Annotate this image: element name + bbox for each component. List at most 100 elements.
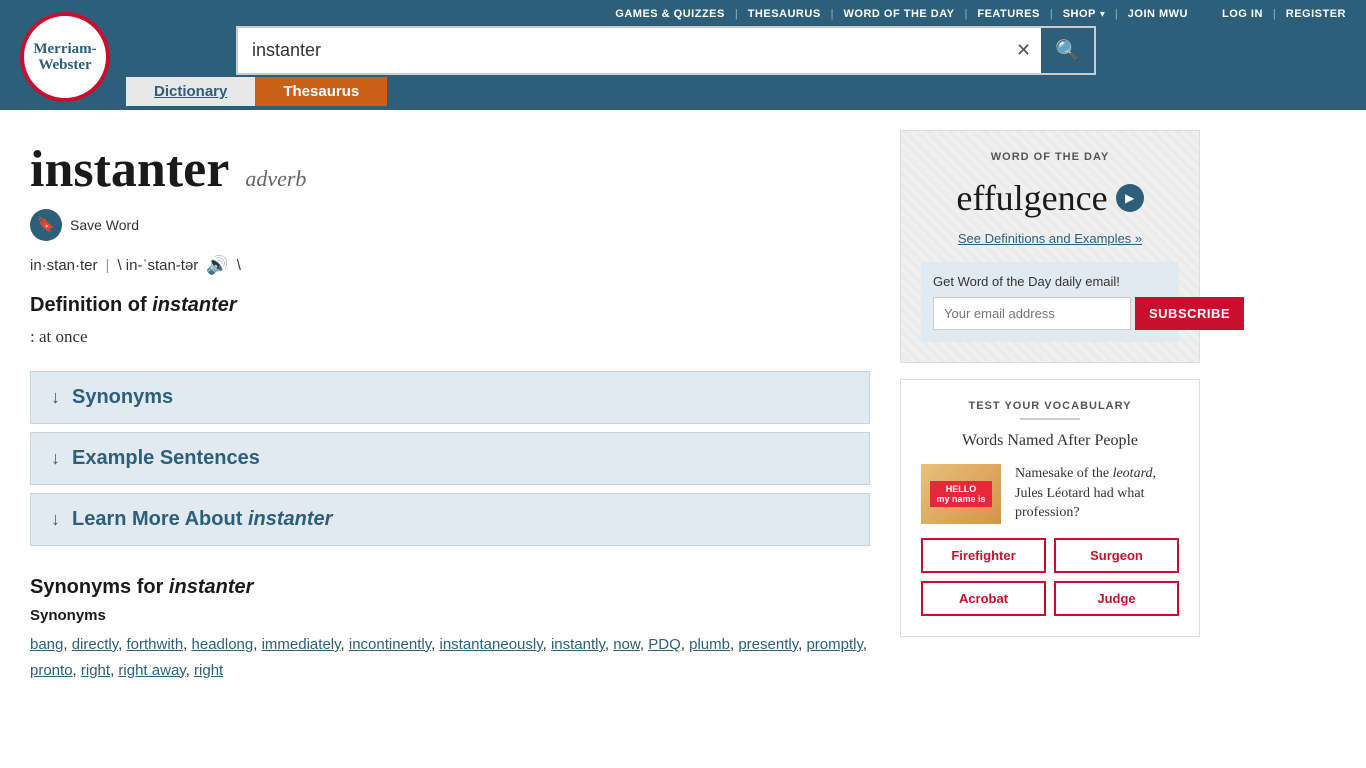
wotd-audio-button[interactable]: ▶ [1116, 184, 1144, 212]
synonyms-section: Synonyms for instanter Synonyms bang, di… [30, 576, 870, 683]
nav-login[interactable]: LOG IN [1222, 8, 1263, 20]
tab-row: Dictionary Thesaurus [126, 77, 1346, 106]
synonyms-collapsible[interactable]: ↓ Synonyms [30, 371, 870, 424]
tab-dictionary[interactable]: Dictionary [126, 77, 255, 106]
vocab-img-inner: HELLOmy name is [921, 464, 1001, 524]
syllables: in·stan·ter [30, 257, 98, 274]
learn-more-label: Learn More About instanter [72, 508, 332, 531]
wotd-box: WORD OF THE DAY effulgence ▶ See Definit… [900, 130, 1200, 363]
synonym-link[interactable]: incontinently [349, 636, 431, 653]
synonym-link[interactable]: instantaneously [439, 636, 542, 653]
shop-chevron-icon: ▾ [1100, 9, 1105, 20]
synonym-link[interactable]: PDQ [648, 636, 681, 653]
synonym-link[interactable]: forthwith [126, 636, 183, 653]
synonyms-section-heading: Synonyms for instanter [30, 576, 870, 599]
synonym-link[interactable]: headlong [192, 636, 254, 653]
nav-sep-2: | [831, 8, 834, 20]
synonym-link[interactable]: immediately [262, 636, 341, 653]
wotd-email-area: Get Word of the Day daily email! SUBSCRI… [921, 262, 1179, 342]
search-icon: 🔍 [1055, 40, 1080, 62]
search-submit-button[interactable]: 🔍 [1041, 28, 1094, 73]
definition-word-italic: instanter [152, 294, 236, 316]
vocab-answers: FirefighterSurgeonAcrobatJudge [921, 538, 1179, 616]
synonym-separator: , [863, 636, 867, 653]
learn-more-collapsible[interactable]: ↓ Learn More About instanter [30, 493, 870, 546]
learn-more-arrow-icon: ↓ [51, 509, 60, 530]
header-right: GAMES & QUIZZES | THESAURUS | WORD OF TH… [126, 8, 1346, 106]
nav-register[interactable]: REGISTER [1286, 8, 1346, 20]
synonym-link[interactable]: instantly [551, 636, 605, 653]
synonym-separator: , [605, 636, 613, 653]
nav-sep-3: | [965, 8, 968, 20]
audio-button[interactable]: 🔊 [206, 255, 228, 276]
vocab-answer-button[interactable]: Surgeon [1054, 538, 1179, 573]
speaker-icon: 🔊 [206, 255, 228, 275]
synonym-link[interactable]: bang [30, 636, 63, 653]
search-tabs-area: ✕ 🔍 Dictionary Thesaurus [126, 26, 1346, 106]
sidebar: WORD OF THE DAY effulgence ▶ See Definit… [900, 130, 1200, 683]
example-arrow-icon: ↓ [51, 448, 60, 469]
top-nav: GAMES & QUIZZES | THESAURUS | WORD OF TH… [126, 8, 1346, 20]
synonym-separator: , [183, 636, 191, 653]
wotd-speaker-icon: ▶ [1125, 191, 1134, 205]
example-sentences-collapsible[interactable]: ↓ Example Sentences [30, 432, 870, 485]
wotd-email-row: SUBSCRIBE [933, 297, 1167, 330]
wotd-subscribe-button[interactable]: SUBSCRIBE [1135, 297, 1244, 330]
nav-sep-7: | [1273, 8, 1276, 20]
synonym-separator: , [640, 636, 648, 653]
nav-features[interactable]: FEATURES [977, 8, 1039, 20]
logo-text: Merriam-Webster [33, 41, 96, 74]
word-pos: adverb [245, 166, 306, 192]
word-heading: instanter adverb [30, 140, 870, 199]
nav-games[interactable]: GAMES & QUIZZES [615, 8, 725, 20]
synonym-link[interactable]: right away [118, 662, 185, 679]
search-clear-button[interactable]: ✕ [1006, 32, 1041, 69]
save-word-label: Save Word [70, 217, 139, 233]
pronunciation-ipa: \ in-ˈstan-tər [117, 257, 198, 274]
vocab-answer-button[interactable]: Acrobat [921, 581, 1046, 616]
definition-text: : at once [30, 327, 870, 347]
logo[interactable]: Merriam-Webster [20, 12, 110, 102]
synonyms-collapsible-label: Synonyms [72, 386, 173, 409]
synonym-link[interactable]: plumb [689, 636, 730, 653]
synonym-link[interactable]: presently [738, 636, 798, 653]
synonym-separator: , [341, 636, 349, 653]
vocab-italic-word: leotard [1113, 466, 1153, 481]
header: Merriam-Webster GAMES & QUIZZES | THESAU… [0, 0, 1366, 110]
synonym-link[interactable]: directly [72, 636, 118, 653]
nav-join[interactable]: JOIN MWU [1128, 8, 1188, 20]
synonym-separator: , [63, 636, 71, 653]
nav-shop-area: SHOP ▾ [1063, 8, 1105, 20]
synonym-separator: , [186, 662, 194, 679]
wotd-email-input[interactable] [933, 297, 1131, 330]
wotd-definitions-link[interactable]: See Definitions and Examples » [921, 231, 1179, 246]
nav-shop[interactable]: SHOP [1063, 8, 1096, 20]
vocab-answer-button[interactable]: Judge [1054, 581, 1179, 616]
vocab-answer-button[interactable]: Firefighter [921, 538, 1046, 573]
synonym-link[interactable]: now [613, 636, 640, 653]
synonyms-subheading: Synonyms [30, 607, 870, 624]
pron-backslash: \ [237, 257, 241, 274]
save-word-button[interactable]: 🔖 [30, 209, 62, 241]
synonym-link[interactable]: right [194, 662, 223, 679]
tab-thesaurus[interactable]: Thesaurus [255, 77, 387, 106]
vocab-image-area: HELLOmy name is Namesake of the leotard,… [921, 464, 1179, 524]
synonym-link[interactable]: promptly [806, 636, 862, 653]
nav-wotd[interactable]: WORD OF THE DAY [844, 8, 955, 20]
search-input[interactable] [238, 30, 1006, 71]
synonym-link[interactable]: pronto [30, 662, 73, 679]
vocab-box: TEST YOUR VOCABULARY Words Named After P… [900, 379, 1200, 637]
search-row: ✕ 🔍 [126, 26, 1346, 75]
vocab-subtitle: Words Named After People [921, 432, 1179, 450]
synonym-link[interactable]: right [81, 662, 110, 679]
synonym-separator: , [681, 636, 689, 653]
vocab-underline [1020, 418, 1080, 420]
pron-divider: | [106, 257, 110, 274]
header-top: Merriam-Webster GAMES & QUIZZES | THESAU… [0, 0, 1366, 110]
vocab-image: HELLOmy name is [921, 464, 1001, 524]
wotd-label: WORD OF THE DAY [921, 151, 1179, 163]
vocab-question: Namesake of the leotard, Jules Léotard h… [1015, 464, 1179, 524]
nav-thesaurus[interactable]: THESAURUS [748, 8, 821, 20]
nav-sep-1: | [735, 8, 738, 20]
wotd-word-area: effulgence ▶ [921, 177, 1179, 219]
